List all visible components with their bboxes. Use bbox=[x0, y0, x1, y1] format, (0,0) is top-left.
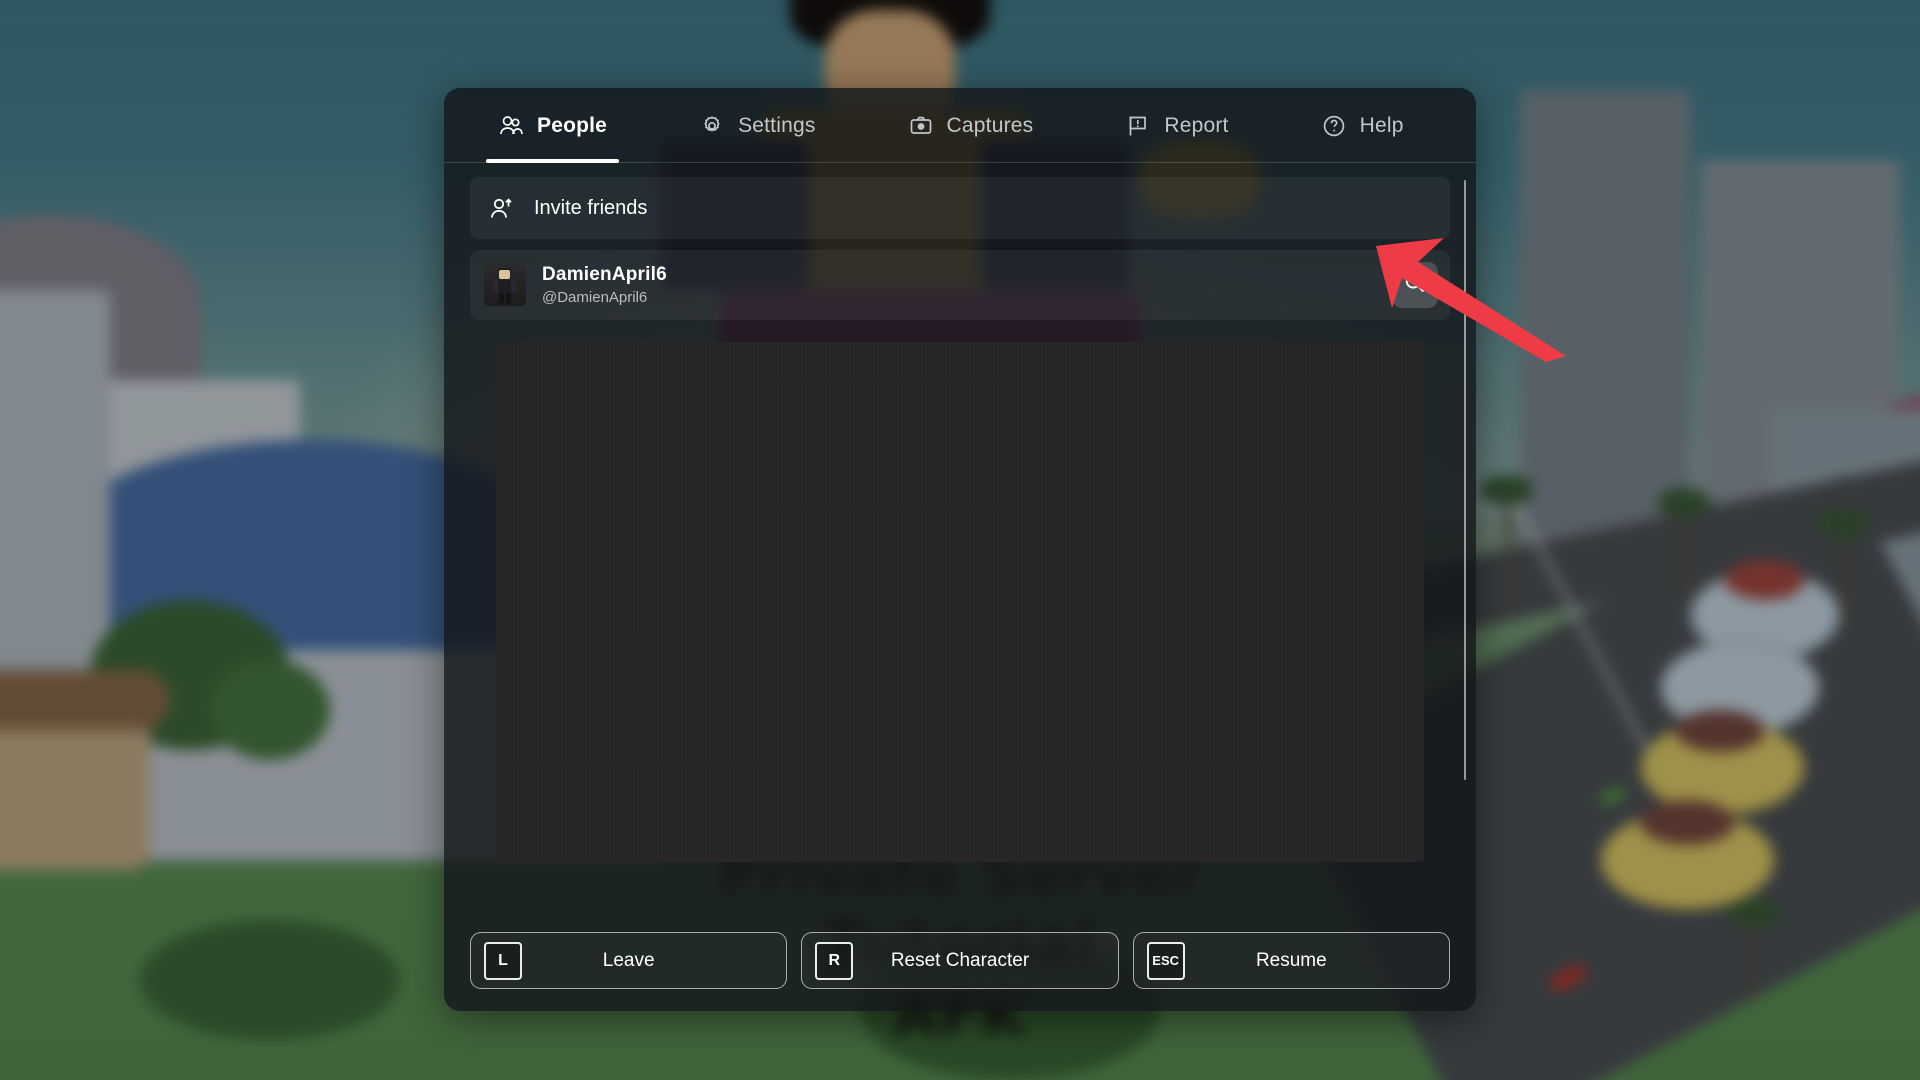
person-add-icon bbox=[488, 195, 518, 222]
avatar-head bbox=[499, 270, 510, 279]
tab-people[interactable]: People bbox=[472, 88, 633, 163]
reset-keycap: R bbox=[815, 941, 854, 980]
zoom-in-icon bbox=[1403, 271, 1427, 300]
question-icon bbox=[1321, 113, 1347, 139]
tab-captures-label: Captures bbox=[946, 113, 1034, 137]
player-username: @DamienApril6 bbox=[542, 289, 648, 306]
menu-action-bar: L Leave R Reset Character ESC Resume bbox=[470, 932, 1450, 989]
tab-help-label: Help bbox=[1359, 113, 1404, 137]
avatar-arm-right bbox=[511, 280, 516, 292]
leave-keycap: L bbox=[484, 941, 522, 980]
flag-icon bbox=[1125, 113, 1151, 139]
content-noise-texture bbox=[496, 342, 1424, 862]
player-display-name: DamienApril6 bbox=[542, 264, 667, 285]
reset-character-button[interactable]: R Reset Character bbox=[801, 932, 1119, 989]
escape-menu-panel: People Settings Captures Report Help Inv… bbox=[444, 88, 1476, 1011]
avatar bbox=[484, 264, 526, 306]
content-panel-placeholder bbox=[496, 342, 1424, 862]
tab-help[interactable]: Help bbox=[1295, 88, 1430, 163]
camera-icon bbox=[908, 113, 934, 139]
tab-people-label: People bbox=[537, 113, 608, 137]
leave-button[interactable]: L Leave bbox=[470, 932, 788, 989]
people-list: Invite friends DamienApril6 @DamienApril… bbox=[444, 163, 1476, 862]
avatar-leg-right bbox=[506, 293, 511, 303]
resume-button[interactable]: ESC Resume bbox=[1132, 932, 1450, 989]
avatar-torso bbox=[498, 280, 511, 293]
people-icon bbox=[498, 113, 524, 139]
zoom-in-button[interactable] bbox=[1392, 262, 1438, 308]
tab-settings-label: Settings bbox=[738, 113, 816, 137]
player-name-group: DamienApril6 @DamienApril6 bbox=[542, 264, 667, 306]
avatar-leg-left bbox=[499, 293, 504, 303]
invite-friends-label: Invite friends bbox=[534, 196, 648, 219]
tab-captures[interactable]: Captures bbox=[882, 88, 1060, 163]
tab-report-label: Report bbox=[1164, 113, 1229, 137]
menu-tab-bar: People Settings Captures Report Help bbox=[444, 88, 1476, 163]
tab-report[interactable]: Report bbox=[1099, 88, 1254, 163]
player-row[interactable]: DamienApril6 @DamienApril6 bbox=[470, 250, 1450, 320]
invite-friends-row[interactable]: Invite friends bbox=[470, 177, 1450, 239]
tab-settings[interactable]: Settings bbox=[673, 88, 841, 163]
resume-keycap: ESC bbox=[1146, 941, 1185, 980]
gear-icon bbox=[699, 113, 725, 139]
